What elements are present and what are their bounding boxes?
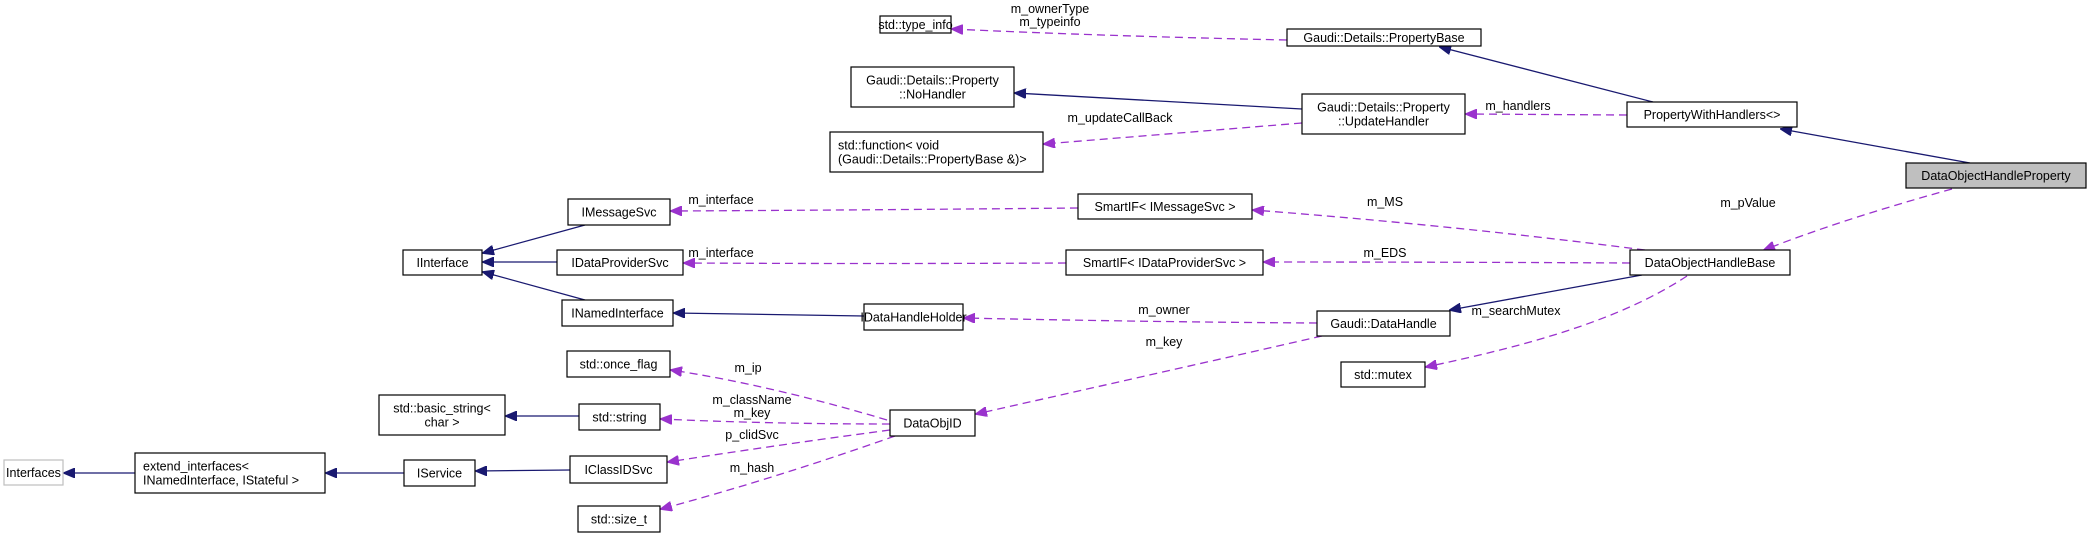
class-name-text: Gaudi::Details::PropertyBase bbox=[1303, 31, 1464, 45]
edge-label-m-ms: m_MS bbox=[1367, 195, 1403, 209]
class-name-text: std::type_info bbox=[878, 18, 952, 32]
edge-label-m-typeinfo: m_typeinfo bbox=[1019, 15, 1080, 29]
class-name-text: DataObjectHandleBase bbox=[1645, 256, 1776, 270]
class-node-inamedinterface[interactable]: INamedInterface bbox=[561, 299, 674, 327]
inheritance-edge-iclassidsvc-to-iservice bbox=[476, 470, 571, 471]
class-name-text: Gaudi::Details::Property bbox=[866, 74, 999, 88]
inheritance-edge-update_handler-to-no_handler bbox=[1015, 93, 1303, 110]
class-name-text: Gaudi::Details::Property bbox=[1317, 101, 1450, 115]
edge-label-m-updatecallback: m_updateCallBack bbox=[1068, 111, 1174, 125]
class-node-update-handler[interactable]: Gaudi::Details::Property::UpdateHandler bbox=[1301, 93, 1466, 135]
edge-label-m-interface: m_interface bbox=[688, 246, 753, 260]
inheritance-edge-imessagesvc-to-iinterface bbox=[483, 224, 586, 253]
member-edge-smartif_idataprovidersvc-to-idataprovidersvc bbox=[684, 263, 1067, 264]
member-edge-dataobjid-to-std_string bbox=[661, 419, 891, 425]
class-node-property-with-handlers[interactable]: PropertyWithHandlers<> bbox=[1626, 101, 1798, 128]
member-edge-data_object_handle_base-to-smartif_imessagesvc bbox=[1253, 210, 1646, 251]
class-name-text: IClassIDSvc bbox=[584, 463, 652, 477]
class-name-text: Interfaces bbox=[6, 466, 61, 480]
member-edge-dataobjid-to-std_size_t bbox=[661, 435, 896, 509]
member-edge-property_base-to-type_info bbox=[952, 29, 1288, 41]
class-node-interfaces[interactable]: Interfaces bbox=[3, 459, 64, 486]
class-name-text: IDataProviderSvc bbox=[571, 256, 668, 270]
class-name-text: PropertyWithHandlers<> bbox=[1644, 108, 1781, 122]
inheritance-edge-property_with_handlers-to-property_base bbox=[1440, 47, 1654, 103]
member-edge-data_object_handle_base-to-smartif_idataprovidersvc bbox=[1264, 262, 1631, 263]
class-node-data-object-handle-base[interactable]: DataObjectHandleBase bbox=[1629, 249, 1791, 276]
class-name-text: IInterface bbox=[416, 256, 468, 270]
class-node-std-string[interactable]: std::string bbox=[578, 403, 661, 431]
edge-label-m-owner: m_owner bbox=[1138, 303, 1189, 317]
class-node-data-object-handle-property[interactable]: DataObjectHandleProperty bbox=[1905, 162, 2087, 189]
class-name-text: extend_interfaces< bbox=[143, 460, 249, 474]
edge-label-m-hash: m_hash bbox=[730, 461, 775, 475]
class-name-text: INamedInterface bbox=[571, 307, 663, 321]
class-node-dataobjid[interactable]: DataObjID bbox=[889, 409, 976, 437]
edge-label-m-interface: m_interface bbox=[688, 193, 753, 207]
class-node-extend-interfaces[interactable]: extend_interfaces<INamedInterface, IStat… bbox=[134, 452, 326, 494]
class-name-text: IMessageSvc bbox=[581, 206, 656, 220]
inheritance-edge-inamedinterface-to-iinterface bbox=[483, 272, 586, 301]
class-name-text: std::once_flag bbox=[580, 358, 658, 372]
class-name-text: std::string bbox=[592, 411, 646, 425]
edge-label-m-eds: m_EDS bbox=[1363, 246, 1406, 260]
class-node-std-mutex[interactable]: std::mutex bbox=[1340, 361, 1426, 388]
class-name-text: std::basic_string< bbox=[393, 402, 491, 416]
class-node-no-handler[interactable]: Gaudi::Details::Property::NoHandler bbox=[850, 66, 1015, 108]
class-node-imessagesvc[interactable]: IMessageSvc bbox=[567, 198, 671, 226]
class-node-smartif-idataprovidersvc[interactable]: SmartIF< IDataProviderSvc > bbox=[1065, 249, 1264, 276]
edge-label-p-clidsvc: p_clidSvc bbox=[725, 428, 779, 442]
member-edge-data_object_handle_base-to-std_mutex bbox=[1426, 275, 1688, 367]
class-name-text: SmartIF< IMessageSvc > bbox=[1094, 200, 1235, 214]
class-name-text: INamedInterface, IStateful > bbox=[143, 474, 299, 488]
member-edge-update_handler-to-std_function bbox=[1044, 122, 1303, 144]
class-node-std-size-t[interactable]: std::size_t bbox=[577, 505, 661, 533]
nodes-layer: std::type_infoGaudi::Details::PropertyBa… bbox=[3, 15, 2087, 533]
edge-label-m-ownertype: m_ownerType bbox=[1011, 2, 1090, 16]
edge-label-m-classname: m_className bbox=[712, 393, 791, 407]
class-name-text: DataObjID bbox=[903, 417, 961, 431]
class-node-iinterface[interactable]: IInterface bbox=[402, 249, 483, 276]
member-edge-property_with_handlers-to-update_handler bbox=[1466, 114, 1628, 115]
class-node-std-basic-string[interactable]: std::basic_string<char > bbox=[378, 394, 506, 436]
class-node-std-once-flag[interactable]: std::once_flag bbox=[566, 350, 671, 378]
class-name-text: IDataHandleHolder bbox=[860, 311, 966, 325]
collaboration-diagram: m_ownerTypem_typeinfo m_updateCallBack m_h… bbox=[3, 2, 2087, 533]
member-edge-dataobjid-to-iclassidsvc bbox=[668, 429, 891, 462]
class-node-idatahandleholder[interactable]: IDataHandleHolder bbox=[860, 303, 967, 331]
edge-label-m-handlers: m_handlers bbox=[1485, 99, 1550, 113]
inheritance-edge-data_object_handle_property-to-property_with_handlers bbox=[1781, 129, 1971, 164]
class-node-iclassidsvc[interactable]: IClassIDSvc bbox=[569, 455, 668, 484]
member-edge-data_object_handle_property-to-data_object_handle_base bbox=[1764, 188, 1953, 250]
class-name-text: std::size_t bbox=[591, 513, 648, 527]
class-name-text: ::NoHandler bbox=[899, 88, 966, 102]
class-name-text: ::UpdateHandler bbox=[1338, 115, 1429, 129]
class-name-text: (Gaudi::Details::PropertyBase &)> bbox=[838, 153, 1027, 167]
class-node-gaudi-datahandle[interactable]: Gaudi::DataHandle bbox=[1316, 310, 1451, 337]
edge-label-m-pvalue: m_pValue bbox=[1720, 196, 1775, 210]
class-name-text: DataObjectHandleProperty bbox=[1921, 169, 2071, 183]
edge-label-m-key: m_key bbox=[1146, 335, 1184, 349]
edge-label-m-ip: m_ip bbox=[734, 361, 761, 375]
class-name-text: std::function< void bbox=[838, 139, 939, 153]
member-edge-smartif_imessagesvc-to-imessagesvc bbox=[671, 208, 1079, 211]
class-name-text: IService bbox=[417, 467, 462, 481]
class-node-iservice[interactable]: IService bbox=[403, 459, 476, 487]
inheritance-edge-idatahandleholder-to-inamedinterface bbox=[674, 313, 865, 316]
class-name-text: std::mutex bbox=[1354, 368, 1412, 382]
class-node-std-function[interactable]: std::function< void(Gaudi::Details::Prop… bbox=[829, 131, 1044, 173]
edge-label-m-searchmutex: m_searchMutex bbox=[1472, 304, 1562, 318]
class-name-text: Gaudi::DataHandle bbox=[1330, 317, 1436, 331]
class-name-text: char > bbox=[424, 416, 459, 430]
edge-label-m-key: m_key bbox=[734, 406, 772, 420]
class-node-smartif-imessagesvc[interactable]: SmartIF< IMessageSvc > bbox=[1077, 193, 1253, 220]
class-node-property-base[interactable]: Gaudi::Details::PropertyBase bbox=[1286, 28, 1482, 47]
class-node-idataprovidersvc[interactable]: IDataProviderSvc bbox=[556, 249, 684, 276]
class-name-text: SmartIF< IDataProviderSvc > bbox=[1083, 256, 1246, 270]
class-node-type-info[interactable]: std::type_info bbox=[878, 15, 953, 34]
member-edge-gaudi_datahandle-to-idatahandleholder bbox=[964, 318, 1318, 324]
